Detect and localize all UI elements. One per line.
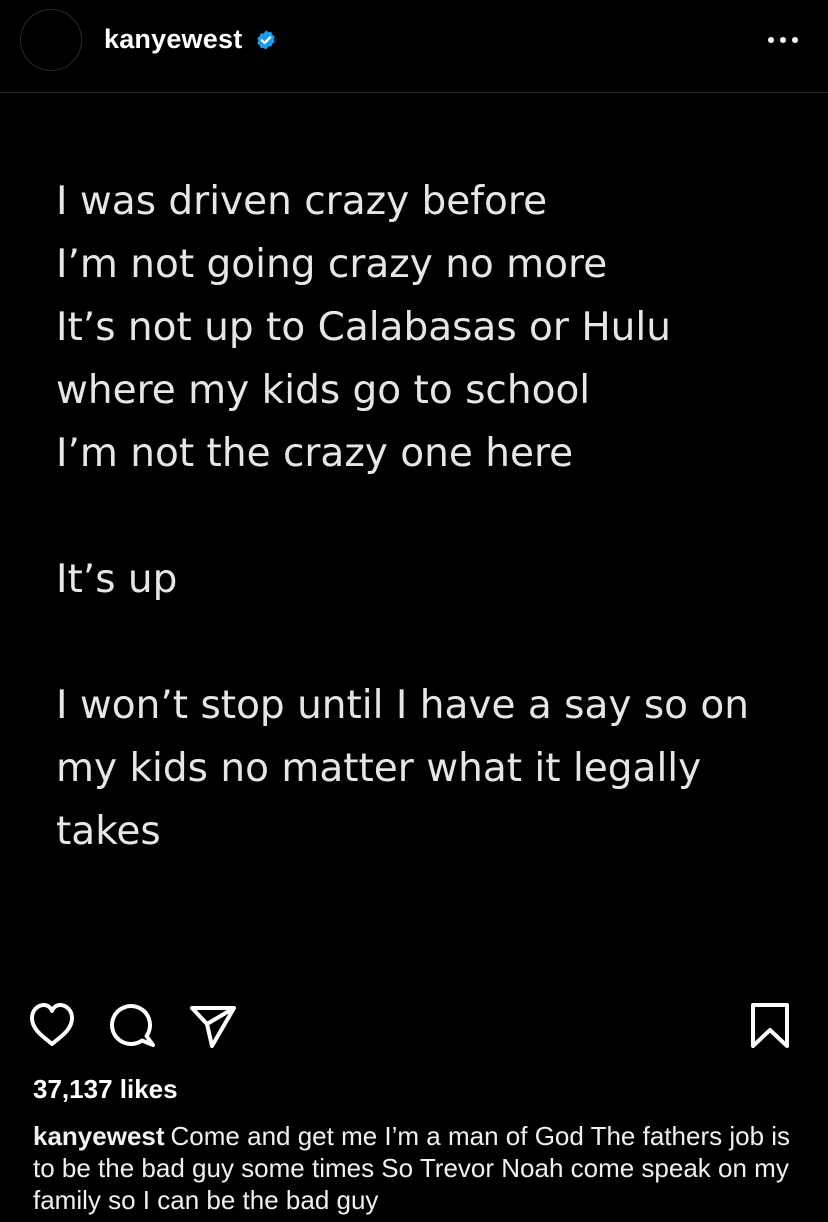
bookmark-icon[interactable]: [745, 1000, 795, 1052]
post-author-username[interactable]: kanyewest: [104, 24, 242, 55]
avatar[interactable]: [20, 9, 82, 71]
caption-username[interactable]: kanyewest: [33, 1121, 165, 1151]
post-header: kanyewest: [0, 0, 828, 93]
like-count[interactable]: 37,137 likes: [33, 1074, 178, 1105]
post-image-text: I was driven crazy before I’m not going …: [56, 179, 750, 854]
verified-badge-icon: [257, 30, 275, 50]
comment-icon[interactable]: [108, 1000, 158, 1052]
more-options-icon[interactable]: [766, 30, 800, 50]
post-caption: kanyewest Come and get me I’m a man of Go…: [33, 1120, 793, 1216]
heart-icon[interactable]: [27, 1000, 77, 1052]
share-icon[interactable]: [188, 1000, 238, 1052]
post-actions-bar: [0, 1000, 828, 1056]
